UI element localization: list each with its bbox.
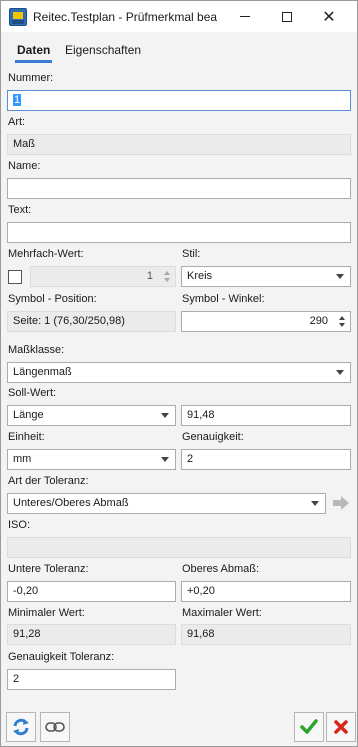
title-bar: Reitec.Testplan - Prüfmerkmal bearb... ✕ bbox=[1, 1, 357, 32]
iso-label: ISO: bbox=[8, 519, 31, 531]
tab-bar: Daten Eigenschaften bbox=[7, 37, 351, 63]
stepper-up-icon[interactable] bbox=[339, 316, 345, 320]
chevron-down-icon bbox=[336, 274, 344, 279]
text-input[interactable] bbox=[7, 222, 351, 243]
einheit-label: Einheit: bbox=[8, 431, 45, 443]
maximaler-wert-label: Maximaler Wert: bbox=[182, 607, 262, 619]
stepper-down-icon[interactable] bbox=[339, 323, 345, 327]
nummer-input[interactable]: 1 bbox=[7, 90, 351, 111]
art-der-toleranz-label: Art der Toleranz: bbox=[8, 475, 89, 487]
untere-toleranz-label: Untere Toleranz: bbox=[8, 563, 89, 575]
stil-label: Stil: bbox=[182, 248, 201, 260]
symbol-position-field: Seite: 1 (76,30/250,98) bbox=[7, 311, 176, 332]
soll-wert-type-select[interactable]: Länge bbox=[7, 405, 176, 426]
mehrfach-wert-stepper: 1 bbox=[30, 266, 176, 287]
app-icon bbox=[9, 8, 27, 26]
stil-select[interactable]: Kreis bbox=[181, 266, 351, 287]
art-field: Maß bbox=[7, 134, 351, 155]
chevron-down-icon bbox=[161, 457, 169, 462]
chevron-down-icon bbox=[311, 501, 319, 506]
stepper-up-icon bbox=[164, 271, 170, 275]
einheit-select[interactable]: mm bbox=[7, 449, 176, 470]
minimaler-wert-field: 91,28 bbox=[7, 624, 176, 645]
symbol-winkel-value: 290 bbox=[309, 315, 328, 327]
checkmark-icon bbox=[300, 719, 318, 734]
symbol-winkel-label: Symbol - Winkel: bbox=[182, 293, 265, 305]
name-input[interactable] bbox=[7, 178, 351, 199]
mehrfach-wert-label: Mehrfach-Wert: bbox=[8, 248, 84, 260]
arrow-right-icon bbox=[333, 496, 349, 510]
chevron-down-icon bbox=[161, 413, 169, 418]
cancel-button[interactable] bbox=[326, 712, 356, 742]
link-button[interactable] bbox=[40, 712, 70, 742]
cross-icon bbox=[334, 720, 348, 734]
link-icon bbox=[45, 722, 65, 732]
stepper-down-icon bbox=[164, 278, 170, 282]
tab-daten[interactable]: Daten bbox=[9, 37, 58, 63]
tab-eigenschaften[interactable]: Eigenschaften bbox=[57, 37, 149, 63]
einheit-value: mm bbox=[13, 453, 32, 465]
close-button[interactable]: ✕ bbox=[307, 1, 351, 32]
untere-toleranz-input[interactable]: -0,20 bbox=[7, 581, 176, 602]
genauigkeit-toleranz-label: Genauigkeit Toleranz: bbox=[8, 651, 115, 663]
window-title: Reitec.Testplan - Prüfmerkmal bearb... bbox=[33, 10, 217, 24]
nummer-label: Nummer: bbox=[8, 72, 54, 84]
massklasse-select[interactable]: Längenmaß bbox=[7, 362, 351, 383]
maximize-button[interactable] bbox=[265, 1, 309, 32]
genauigkeit-label: Genauigkeit: bbox=[182, 431, 244, 443]
massklasse-value: Längenmaß bbox=[13, 366, 72, 378]
refresh-icon bbox=[13, 718, 29, 736]
apply-tolerance-button[interactable] bbox=[331, 493, 351, 513]
mehrfach-wert-value: 1 bbox=[146, 270, 153, 282]
art-der-toleranz-value: Unteres/Oberes Abmaß bbox=[13, 497, 129, 509]
symbol-position-label: Symbol - Position: bbox=[8, 293, 97, 305]
soll-wert-label: Soll-Wert: bbox=[8, 387, 57, 399]
minimize-button[interactable] bbox=[223, 1, 267, 32]
art-label: Art: bbox=[8, 116, 26, 128]
minimaler-wert-label: Minimaler Wert: bbox=[8, 607, 85, 619]
mehrfach-wert-checkbox[interactable] bbox=[8, 270, 22, 284]
ok-button[interactable] bbox=[294, 712, 324, 742]
art-der-toleranz-select[interactable]: Unteres/Oberes Abmaß bbox=[7, 493, 326, 514]
soll-wert-type-value: Länge bbox=[13, 409, 44, 421]
genauigkeit-toleranz-input[interactable]: 2 bbox=[7, 669, 176, 690]
name-label: Name: bbox=[8, 160, 41, 172]
massklasse-label: Maßklasse: bbox=[8, 344, 65, 356]
chevron-down-icon bbox=[336, 370, 344, 375]
oberes-abmass-label: Oberes Abmaß: bbox=[182, 563, 260, 575]
symbol-winkel-stepper[interactable]: 290 bbox=[181, 311, 351, 332]
maximaler-wert-field: 91,68 bbox=[181, 624, 351, 645]
oberes-abmass-input[interactable]: +0,20 bbox=[181, 581, 351, 602]
iso-field bbox=[7, 537, 351, 558]
dialog-window: Reitec.Testplan - Prüfmerkmal bearb... ✕… bbox=[0, 0, 358, 747]
maximize-icon bbox=[282, 11, 292, 22]
soll-wert-input[interactable]: 91,48 bbox=[181, 405, 351, 426]
text-label: Text: bbox=[8, 204, 32, 216]
refresh-button[interactable] bbox=[6, 712, 36, 742]
genauigkeit-input[interactable]: 2 bbox=[181, 449, 351, 470]
minimize-icon bbox=[240, 16, 250, 17]
stil-value: Kreis bbox=[187, 270, 213, 282]
close-icon: ✕ bbox=[322, 6, 336, 26]
